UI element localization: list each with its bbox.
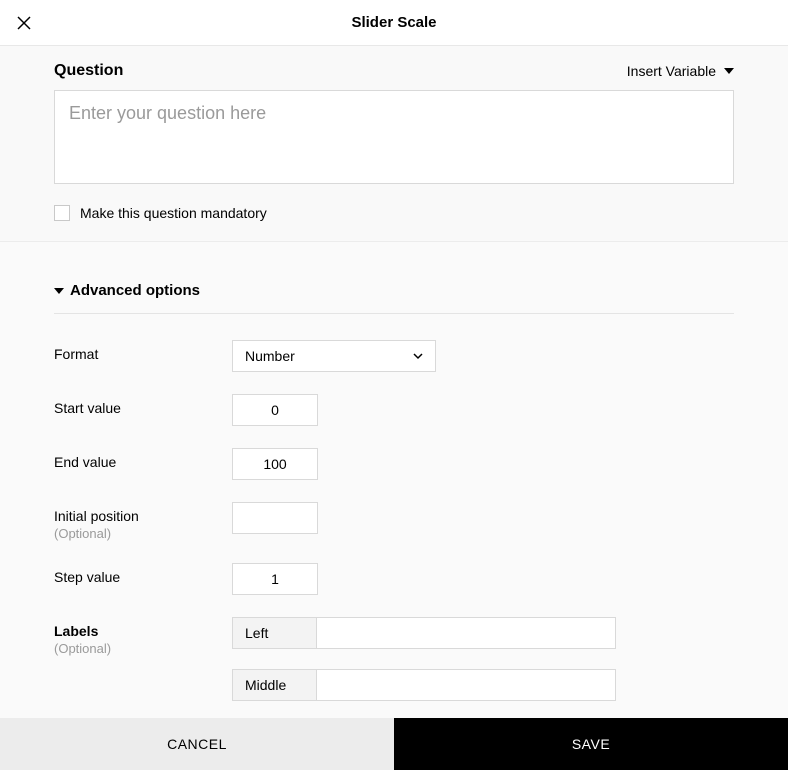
labels-inputs: Left Middle Right	[232, 617, 616, 718]
format-label: Format	[54, 346, 232, 362]
label-left-row: Left	[232, 617, 616, 649]
labels-row: Labels (Optional) Left Middle Right	[54, 617, 734, 718]
step-value-label-col: Step value	[54, 563, 232, 585]
label-middle-row: Middle	[232, 669, 616, 701]
labels-label: Labels	[54, 623, 232, 639]
caret-down-icon	[724, 66, 734, 76]
end-value-input[interactable]	[232, 448, 318, 480]
initial-position-input[interactable]	[232, 502, 318, 534]
step-value-label: Step value	[54, 569, 232, 585]
start-value-input[interactable]	[232, 394, 318, 426]
question-input[interactable]	[54, 90, 734, 184]
label-left-prefix: Left	[233, 618, 317, 648]
question-section: Question Insert Variable Make this quest…	[0, 46, 788, 241]
caret-down-icon	[54, 286, 64, 296]
format-row: Format Number	[54, 340, 734, 372]
cancel-button[interactable]: CANCEL	[0, 718, 394, 770]
initial-position-label: Initial position	[54, 508, 232, 524]
close-icon	[16, 15, 32, 31]
start-value-row: Start value	[54, 394, 734, 426]
end-value-row: End value	[54, 448, 734, 480]
question-header-row: Question Insert Variable	[54, 62, 734, 80]
close-button[interactable]	[14, 13, 34, 33]
save-button[interactable]: SAVE	[394, 718, 788, 770]
insert-variable-button[interactable]: Insert Variable	[627, 63, 734, 79]
mandatory-checkbox[interactable]	[54, 205, 70, 221]
mandatory-label: Make this question mandatory	[80, 205, 267, 221]
advanced-title: Advanced options	[70, 282, 200, 299]
initial-position-label-col: Initial position (Optional)	[54, 502, 232, 541]
initial-position-row: Initial position (Optional)	[54, 502, 734, 541]
advanced-toggle[interactable]: Advanced options	[54, 282, 734, 314]
dialog-content: Question Insert Variable Make this quest…	[0, 46, 788, 718]
step-value-input[interactable]	[232, 563, 318, 595]
dialog-header: Slider Scale	[0, 0, 788, 46]
dialog-footer: CANCEL SAVE	[0, 718, 788, 770]
initial-position-optional: (Optional)	[54, 526, 232, 541]
label-middle-prefix: Middle	[233, 670, 317, 700]
labels-optional: (Optional)	[54, 641, 232, 656]
start-value-label: Start value	[54, 400, 232, 416]
format-label-col: Format	[54, 340, 232, 362]
format-select[interactable]: Number	[232, 340, 436, 372]
question-label: Question	[54, 62, 123, 80]
end-value-label: End value	[54, 454, 232, 470]
start-value-label-col: Start value	[54, 394, 232, 416]
dialog-title: Slider Scale	[351, 14, 436, 31]
step-value-row: Step value	[54, 563, 734, 595]
advanced-section: Advanced options Format Number Start val…	[0, 242, 788, 718]
label-left-input[interactable]	[317, 618, 615, 648]
labels-label-col: Labels (Optional)	[54, 617, 232, 656]
mandatory-row: Make this question mandatory	[54, 205, 734, 221]
insert-variable-label: Insert Variable	[627, 63, 716, 79]
end-value-label-col: End value	[54, 448, 232, 470]
label-middle-input[interactable]	[317, 670, 615, 700]
format-select-wrap: Number	[232, 340, 436, 372]
